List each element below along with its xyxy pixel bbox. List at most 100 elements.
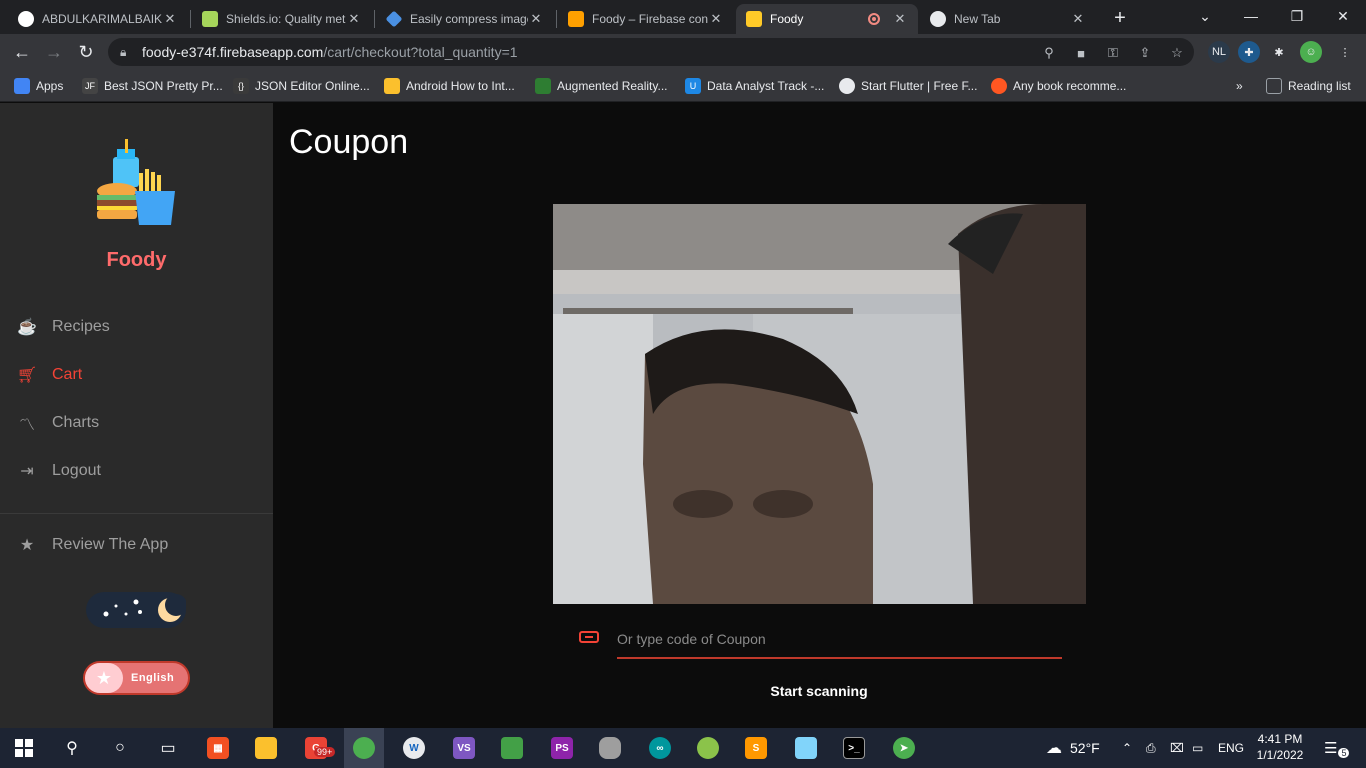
file-explorer-icon[interactable] — [246, 732, 286, 764]
cortana-icon[interactable]: ○ — [100, 732, 140, 764]
tab-firebase[interactable]: Foody – Firebase cons ✕ — [558, 4, 734, 34]
close-icon[interactable]: ✕ — [162, 11, 178, 27]
jetbrains-icon[interactable] — [492, 732, 532, 764]
bookmarks-overflow[interactable]: » — [1236, 76, 1243, 96]
apps-grid-icon — [14, 78, 30, 94]
task-view-icon[interactable]: ▭ — [148, 732, 188, 764]
sidebar-item-charts[interactable]: 〽 Charts — [0, 403, 273, 443]
share-icon[interactable]: ⇪ — [1136, 44, 1154, 62]
bookmark-apps[interactable]: Apps — [14, 76, 63, 96]
bookmark-flutter[interactable]: Start Flutter | Free F... — [839, 76, 977, 96]
tab-title: Easily compress image — [410, 12, 528, 26]
visual-studio-icon[interactable]: VS — [444, 732, 484, 764]
reddit-icon — [991, 78, 1007, 94]
reload-button[interactable]: ↻ — [72, 38, 100, 66]
key-icon[interactable]: ⚿ — [1104, 44, 1122, 62]
coupon-code-input[interactable] — [617, 621, 1062, 659]
tab-divider — [556, 10, 557, 28]
usb-icon[interactable]: ⌧ — [1170, 728, 1184, 768]
telegram-icon[interactable]: ➤ — [884, 732, 924, 764]
camera-icon[interactable]: ■ — [1072, 44, 1090, 62]
gmail-icon[interactable]: G 99+ — [296, 732, 336, 764]
arduino-icon[interactable]: ∞ — [640, 732, 680, 764]
puzzle-icon[interactable]: ✱ — [1268, 41, 1290, 63]
wps-icon[interactable]: W — [394, 732, 434, 764]
review-label: Review The App — [52, 536, 169, 553]
extension-nl-icon[interactable]: NL — [1208, 41, 1230, 63]
start-button[interactable] — [4, 732, 44, 764]
sublime-icon[interactable]: S — [736, 732, 776, 764]
address-bar[interactable]: 🔒︎ foody-e374f.firebaseapp.com/cart/chec… — [108, 38, 1194, 66]
tab-github[interactable]: ABDULKARIMALBAIK/ ✕ — [8, 4, 188, 34]
main-content: Coupon Start scanning — [273, 103, 1366, 728]
tab-newtab[interactable]: New Tab ✕ — [920, 4, 1096, 34]
terminal-icon[interactable]: >_ — [834, 732, 874, 764]
jf-icon: JF — [82, 78, 98, 94]
menu-icon[interactable]: ⋮ — [1334, 41, 1356, 63]
star-icon: ★ — [85, 663, 123, 693]
braces-icon: {} — [233, 78, 249, 94]
language-toggle[interactable]: ★ English — [83, 661, 190, 695]
system-clock[interactable]: 4:41 PM 1/1/2022 — [1252, 731, 1308, 763]
bookmark-data-analyst[interactable]: U Data Analyst Track -... — [685, 76, 824, 96]
lock-icon[interactable]: 🔒︎ — [120, 45, 136, 60]
sidebar-item-label: Charts — [52, 414, 100, 431]
spiral-app-icon[interactable] — [688, 732, 728, 764]
sidebar-item-cart[interactable]: 🛒︎ Cart — [0, 355, 273, 395]
tab-shields[interactable]: Shields.io: Quality met ✕ — [192, 4, 372, 34]
tab-foody[interactable]: Foody ✕ — [736, 4, 918, 34]
search-icon[interactable]: ⚲ — [52, 732, 92, 764]
app-icon[interactable] — [786, 732, 826, 764]
review-app-button[interactable]: ★ Review The App — [0, 525, 273, 565]
store-icon[interactable]: ▦ — [198, 732, 238, 764]
sidebar-item-logout[interactable]: ⇥ Logout — [0, 451, 273, 491]
meet-now-icon[interactable]: ⎙ — [1146, 728, 1156, 768]
bookmark-json-pretty[interactable]: JF Best JSON Pretty Pr... — [82, 76, 223, 96]
restore-button[interactable]: ❐ — [1274, 0, 1320, 32]
close-window-button[interactable]: ✕ — [1320, 0, 1366, 32]
tab-search-button[interactable]: ⌄ — [1182, 0, 1228, 32]
reading-list[interactable]: Reading list — [1266, 76, 1351, 96]
chrome-icon — [930, 11, 946, 27]
tab-compress[interactable]: Easily compress image ✕ — [376, 4, 554, 34]
avatar[interactable]: ☺ — [1300, 41, 1322, 63]
close-icon[interactable]: ✕ — [892, 11, 908, 27]
forward-button[interactable]: → — [40, 38, 68, 66]
charts-icon: 〽 — [18, 417, 35, 434]
chrome-taskbar-icon[interactable] — [344, 728, 384, 768]
sidebar: Foody ☕ Recipes 🛒︎ Cart 〽 Charts ⇥ Logou… — [0, 103, 273, 728]
bookmark-android[interactable]: Android How to Int... — [384, 76, 515, 96]
camera-preview — [553, 204, 1086, 604]
start-scanning-button[interactable]: Start scanning — [719, 677, 919, 705]
bookmark-ar[interactable]: Augmented Reality... — [535, 76, 668, 96]
notification-badge: 99+ — [314, 747, 336, 757]
database-icon[interactable] — [590, 732, 630, 764]
weather-widget[interactable]: ☁ 52°F — [1046, 728, 1100, 768]
close-icon[interactable]: ✕ — [528, 11, 544, 27]
bookmark-json-editor[interactable]: {} JSON Editor Online... — [233, 76, 370, 96]
sidebar-item-label: Cart — [52, 366, 83, 383]
close-icon[interactable]: ✕ — [346, 11, 362, 27]
back-button[interactable]: ← — [8, 38, 36, 66]
battery-icon[interactable]: ▭ — [1192, 728, 1203, 768]
close-icon[interactable]: ✕ — [708, 11, 724, 27]
bookmark-reddit[interactable]: Any book recomme... — [991, 76, 1126, 96]
phpstorm-icon[interactable]: PS — [542, 732, 582, 764]
shields-icon — [202, 11, 218, 27]
url-text[interactable]: foody-e374f.firebaseapp.com/cart/checkou… — [142, 44, 518, 60]
input-language[interactable]: ENG — [1218, 728, 1244, 768]
dark-mode-toggle[interactable] — [86, 592, 187, 628]
star-icon: ★ — [19, 537, 35, 554]
sidebar-item-label: Logout — [52, 462, 101, 479]
action-center-button[interactable]: ☰ 5 — [1324, 728, 1350, 768]
tray-chevron-icon[interactable]: ⌃ — [1122, 728, 1132, 768]
location-icon[interactable]: ⚲ — [1040, 44, 1058, 62]
extension-blue-icon[interactable]: ✚ — [1238, 41, 1260, 63]
tab-title: Shields.io: Quality met — [226, 12, 346, 26]
star-icon[interactable]: ☆ — [1168, 44, 1186, 62]
sidebar-item-recipes[interactable]: ☕ Recipes — [0, 307, 273, 347]
close-icon[interactable]: ✕ — [1070, 11, 1086, 27]
new-tab-button[interactable]: + — [1108, 6, 1132, 30]
github-icon — [18, 11, 34, 27]
minimize-button[interactable]: — — [1228, 0, 1274, 32]
